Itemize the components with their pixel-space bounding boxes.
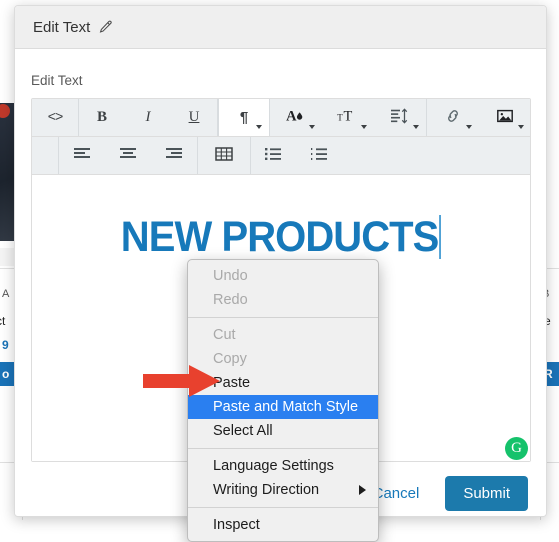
toolbar-group-align bbox=[32, 137, 59, 174]
numbered-list-icon bbox=[310, 146, 330, 165]
pilcrow-icon: ¶ bbox=[239, 109, 249, 126]
line-height-button[interactable] bbox=[374, 99, 426, 136]
toolbar-group-lists bbox=[251, 137, 343, 174]
context-menu[interactable]: Undo Redo Cut Copy Paste Paste and Match Styl… bbox=[187, 259, 379, 542]
context-menu-item-label: Redo bbox=[213, 292, 248, 308]
toolbar-group-inline-style: B I U bbox=[79, 99, 218, 136]
toolbar-group-insert bbox=[427, 99, 531, 136]
bold-icon: B bbox=[96, 109, 107, 125]
ordered-list-button[interactable] bbox=[297, 137, 343, 174]
context-menu-item-label: Language Settings bbox=[213, 458, 334, 474]
modal-header: Edit Text bbox=[15, 6, 546, 49]
code-icon: <> bbox=[47, 109, 64, 126]
font-size-button[interactable]: T T bbox=[322, 99, 374, 136]
field-label: Edit Text bbox=[31, 73, 83, 88]
context-menu-item-label: Paste bbox=[213, 375, 251, 391]
context-menu-item-label: Copy bbox=[213, 351, 247, 367]
editor-toolbar-row-1: <> B I U ¶ A T T bbox=[32, 99, 530, 137]
insert-link-button[interactable] bbox=[427, 99, 479, 136]
table-icon bbox=[215, 146, 233, 165]
bullet-list-icon bbox=[264, 146, 284, 165]
underline-button[interactable]: U bbox=[171, 99, 217, 136]
submenu-arrow-icon bbox=[359, 485, 366, 495]
context-menu-item[interactable]: Paste and Match Style bbox=[188, 395, 378, 419]
text-color-icon: A bbox=[286, 107, 306, 128]
background-card-price: 9 bbox=[2, 338, 9, 352]
bold-button[interactable]: B bbox=[79, 99, 125, 136]
underline-icon: U bbox=[188, 109, 200, 125]
toolbar-group-format: ¶ A T T bbox=[218, 99, 427, 136]
context-menu-separator bbox=[188, 317, 378, 318]
editor-headline-text: NEW PRODUCTS bbox=[120, 213, 440, 261]
chevron-down-icon bbox=[518, 125, 524, 129]
svg-text:T: T bbox=[344, 109, 353, 125]
align-center-button[interactable] bbox=[105, 137, 151, 174]
toolbar-group-code: <> bbox=[32, 99, 79, 136]
context-menu-item-label: Cut bbox=[213, 327, 236, 343]
context-menu-item[interactable]: Paste bbox=[188, 371, 378, 395]
grammarly-letter: G bbox=[511, 440, 522, 456]
context-menu-item: Copy bbox=[188, 347, 378, 371]
background-card-label: A bbox=[2, 288, 10, 300]
source-code-button[interactable]: <> bbox=[32, 99, 78, 136]
svg-text:T: T bbox=[337, 113, 343, 123]
grammarly-icon[interactable]: G bbox=[505, 437, 528, 460]
toolbar-group-alignment bbox=[59, 137, 198, 174]
align-right-button[interactable] bbox=[151, 137, 197, 174]
toolbar-group-table bbox=[198, 137, 251, 174]
text-color-button[interactable]: A bbox=[270, 99, 322, 136]
context-menu-item[interactable]: Writing Direction bbox=[188, 478, 378, 502]
link-icon bbox=[443, 107, 463, 128]
context-menu-item-label: Paste and Match Style bbox=[213, 399, 359, 415]
chevron-down-icon bbox=[309, 125, 315, 129]
chevron-down-icon bbox=[256, 125, 262, 129]
insert-image-button[interactable] bbox=[479, 99, 531, 136]
chevron-down-icon bbox=[466, 125, 472, 129]
line-height-icon bbox=[390, 107, 410, 128]
align-center-icon bbox=[118, 146, 138, 165]
unordered-list-button[interactable] bbox=[251, 137, 297, 174]
align-left-icon bbox=[72, 146, 92, 165]
align-right-icon bbox=[164, 146, 184, 165]
paragraph-format-button[interactable]: ¶ bbox=[218, 99, 270, 136]
context-menu-item-label: Writing Direction bbox=[213, 482, 320, 498]
chevron-down-icon bbox=[361, 125, 367, 129]
context-menu-separator bbox=[188, 507, 378, 508]
submit-button[interactable]: Submit bbox=[445, 475, 528, 511]
font-size-icon: T T bbox=[337, 107, 359, 128]
insert-table-button[interactable] bbox=[198, 137, 250, 174]
italic-icon: I bbox=[145, 109, 151, 125]
align-left-button[interactable] bbox=[59, 137, 105, 174]
context-menu-item-label: Undo bbox=[213, 268, 248, 284]
text-cursor bbox=[439, 215, 442, 259]
image-icon bbox=[495, 107, 515, 128]
context-menu-item[interactable]: Select All bbox=[188, 419, 378, 443]
context-menu-item-label: Select All bbox=[213, 423, 273, 439]
context-menu-item: Redo bbox=[188, 288, 378, 312]
editor-headline[interactable]: NEW PRODUCTS bbox=[49, 213, 512, 262]
italic-button[interactable]: I bbox=[125, 99, 171, 136]
svg-text:A: A bbox=[286, 109, 297, 125]
modal-title: Edit Text bbox=[33, 18, 91, 36]
context-menu-item-label: Inspect bbox=[213, 517, 260, 533]
context-menu-item[interactable]: Inspect bbox=[188, 513, 378, 537]
chevron-down-icon bbox=[413, 125, 419, 129]
context-menu-item: Undo bbox=[188, 264, 378, 288]
context-menu-item[interactable]: Language Settings bbox=[188, 454, 378, 478]
editor-toolbar-row-2 bbox=[32, 137, 530, 175]
background-card-title: ct bbox=[0, 314, 6, 328]
context-menu-separator bbox=[188, 448, 378, 449]
context-menu-item: Cut bbox=[188, 323, 378, 347]
pencil-icon[interactable] bbox=[98, 20, 113, 35]
